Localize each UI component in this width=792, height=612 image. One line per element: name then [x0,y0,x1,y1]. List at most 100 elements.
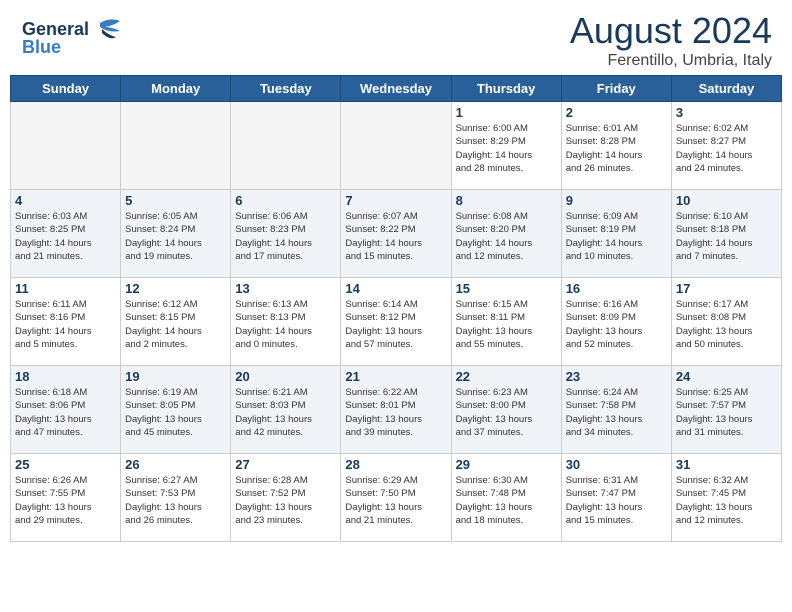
day-header-friday: Friday [561,76,671,102]
day-header-thursday: Thursday [451,76,561,102]
cell-info: Sunrise: 6:15 AMSunset: 8:11 PMDaylight:… [456,298,557,351]
day-number: 29 [456,457,557,472]
day-number: 13 [235,281,336,296]
day-number: 28 [345,457,446,472]
day-number: 14 [345,281,446,296]
calendar-cell: 14 Sunrise: 6:14 AMSunset: 8:12 PMDayligh… [341,278,451,366]
day-number: 12 [125,281,226,296]
day-number: 21 [345,369,446,384]
calendar-cell: 30 Sunrise: 6:31 AMSunset: 7:47 PMDayligh… [561,454,671,542]
calendar-cell: 12 Sunrise: 6:12 AMSunset: 8:15 PMDayligh… [121,278,231,366]
cell-info: Sunrise: 6:00 AMSunset: 8:29 PMDaylight:… [456,122,557,175]
day-number: 2 [566,105,667,120]
day-number: 1 [456,105,557,120]
cell-info: Sunrise: 6:21 AMSunset: 8:03 PMDaylight:… [235,386,336,439]
day-number: 17 [676,281,777,296]
svg-text:General: General [22,19,89,39]
cell-info: Sunrise: 6:16 AMSunset: 8:09 PMDaylight:… [566,298,667,351]
day-number: 9 [566,193,667,208]
title-block: August 2024 Ferentillo, Umbria, Italy [570,10,772,70]
cell-info: Sunrise: 6:13 AMSunset: 8:13 PMDaylight:… [235,298,336,351]
cell-info: Sunrise: 6:19 AMSunset: 8:05 PMDaylight:… [125,386,226,439]
calendar-table: SundayMondayTuesdayWednesdayThursdayFrid… [10,75,782,542]
day-number: 10 [676,193,777,208]
calendar-cell: 20Sunrise: 6:21 AMSunset: 8:03 PMDayligh… [231,366,341,454]
day-number: 26 [125,457,226,472]
cell-info: Sunrise: 6:27 AMSunset: 7:53 PMDaylight:… [125,474,226,527]
calendar-cell: 19 Sunrise: 6:19 AMSunset: 8:05 PMDayligh… [121,366,231,454]
day-number: 18 [15,369,116,384]
calendar-cell [121,102,231,190]
calendar-cell: 25 Sunrise: 6:26 AMSunset: 7:55 PMDayligh… [11,454,121,542]
location: Ferentillo, Umbria, Italy [570,52,772,70]
cell-info: Sunrise: 6:18 AMSunset: 8:06 PMDaylight:… [15,386,116,439]
cell-info: Sunrise: 6:30 AMSunset: 7:48 PMDaylight:… [456,474,557,527]
calendar-cell: 21Sunrise: 6:22 AMSunset: 8:01 PMDayligh… [341,366,451,454]
calendar-cell: 5 Sunrise: 6:05 AMSunset: 8:24 PMDaylight… [121,190,231,278]
calendar-cell: 9Sunrise: 6:09 AMSunset: 8:19 PMDaylight… [561,190,671,278]
cell-info: Sunrise: 6:24 AMSunset: 7:58 PMDaylight:… [566,386,667,439]
cell-info: Sunrise: 6:14 AMSunset: 8:12 PMDaylight:… [345,298,446,351]
cell-info: Sunrise: 6:11 AMSunset: 8:16 PMDaylight:… [15,298,116,351]
day-number: 31 [676,457,777,472]
calendar-cell: 7Sunrise: 6:07 AMSunset: 8:22 PMDaylight… [341,190,451,278]
calendar-cell: 18 Sunrise: 6:18 AMSunset: 8:06 PMDayligh… [11,366,121,454]
calendar: SundayMondayTuesdayWednesdayThursdayFrid… [0,75,792,547]
day-number: 7 [345,193,446,208]
cell-info: Sunrise: 6:01 AMSunset: 8:28 PMDaylight:… [566,122,667,175]
calendar-cell: 31 Sunrise: 6:32 AMSunset: 7:45 PMDayligh… [671,454,781,542]
calendar-cell: 15 Sunrise: 6:15 AMSunset: 8:11 PMDayligh… [451,278,561,366]
cell-info: Sunrise: 6:25 AMSunset: 7:57 PMDaylight:… [676,386,777,439]
calendar-cell [341,102,451,190]
calendar-cell: 27 Sunrise: 6:28 AMSunset: 7:52 PMDayligh… [231,454,341,542]
day-number: 8 [456,193,557,208]
calendar-cell: 26 Sunrise: 6:27 AMSunset: 7:53 PMDayligh… [121,454,231,542]
calendar-cell: 1 Sunrise: 6:00 AMSunset: 8:29 PMDaylight… [451,102,561,190]
cell-info: Sunrise: 6:28 AMSunset: 7:52 PMDaylight:… [235,474,336,527]
cell-info: Sunrise: 6:02 AMSunset: 8:27 PMDaylight:… [676,122,777,175]
day-number: 19 [125,369,226,384]
day-number: 6 [235,193,336,208]
day-number: 4 [15,193,116,208]
day-number: 30 [566,457,667,472]
calendar-cell: 17 Sunrise: 6:17 AMSunset: 8:08 PMDayligh… [671,278,781,366]
calendar-cell: 11 Sunrise: 6:11 AMSunset: 8:16 PMDayligh… [11,278,121,366]
cell-info: Sunrise: 6:05 AMSunset: 8:24 PMDaylight:… [125,210,226,263]
calendar-cell [231,102,341,190]
day-header-saturday: Saturday [671,76,781,102]
day-number: 16 [566,281,667,296]
calendar-cell: 6 Sunrise: 6:06 AMSunset: 8:23 PMDaylight… [231,190,341,278]
calendar-cell: 3Sunrise: 6:02 AMSunset: 8:27 PMDaylight… [671,102,781,190]
day-number: 22 [456,369,557,384]
calendar-cell: 2 Sunrise: 6:01 AMSunset: 8:28 PMDaylight… [561,102,671,190]
logo: General Blue [20,13,130,68]
day-header-monday: Monday [121,76,231,102]
cell-info: Sunrise: 6:08 AMSunset: 8:20 PMDaylight:… [456,210,557,263]
cell-info: Sunrise: 6:23 AMSunset: 8:00 PMDaylight:… [456,386,557,439]
cell-info: Sunrise: 6:03 AMSunset: 8:25 PMDaylight:… [15,210,116,263]
day-header-tuesday: Tuesday [231,76,341,102]
header: General Blue August 2024 Ferentillo, Umb… [0,0,792,75]
calendar-cell: 13 Sunrise: 6:13 AMSunset: 8:13 PMDayligh… [231,278,341,366]
calendar-cell: 29 Sunrise: 6:30 AMSunset: 7:48 PMDayligh… [451,454,561,542]
cell-info: Sunrise: 6:12 AMSunset: 8:15 PMDaylight:… [125,298,226,351]
calendar-cell: 28Sunrise: 6:29 AMSunset: 7:50 PMDayligh… [341,454,451,542]
day-number: 27 [235,457,336,472]
calendar-cell: 8 Sunrise: 6:08 AMSunset: 8:20 PMDaylight… [451,190,561,278]
cell-info: Sunrise: 6:10 AMSunset: 8:18 PMDaylight:… [676,210,777,263]
day-header-wednesday: Wednesday [341,76,451,102]
day-number: 11 [15,281,116,296]
cell-info: Sunrise: 6:17 AMSunset: 8:08 PMDaylight:… [676,298,777,351]
cell-info: Sunrise: 6:32 AMSunset: 7:45 PMDaylight:… [676,474,777,527]
calendar-cell: 24Sunrise: 6:25 AMSunset: 7:57 PMDayligh… [671,366,781,454]
day-number: 5 [125,193,226,208]
cell-info: Sunrise: 6:06 AMSunset: 8:23 PMDaylight:… [235,210,336,263]
day-number: 25 [15,457,116,472]
cell-info: Sunrise: 6:31 AMSunset: 7:47 PMDaylight:… [566,474,667,527]
month-year: August 2024 [570,10,772,52]
calendar-cell: 16 Sunrise: 6:16 AMSunset: 8:09 PMDayligh… [561,278,671,366]
calendar-cell: 4 Sunrise: 6:03 AMSunset: 8:25 PMDaylight… [11,190,121,278]
day-number: 23 [566,369,667,384]
cell-info: Sunrise: 6:26 AMSunset: 7:55 PMDaylight:… [15,474,116,527]
day-number: 15 [456,281,557,296]
